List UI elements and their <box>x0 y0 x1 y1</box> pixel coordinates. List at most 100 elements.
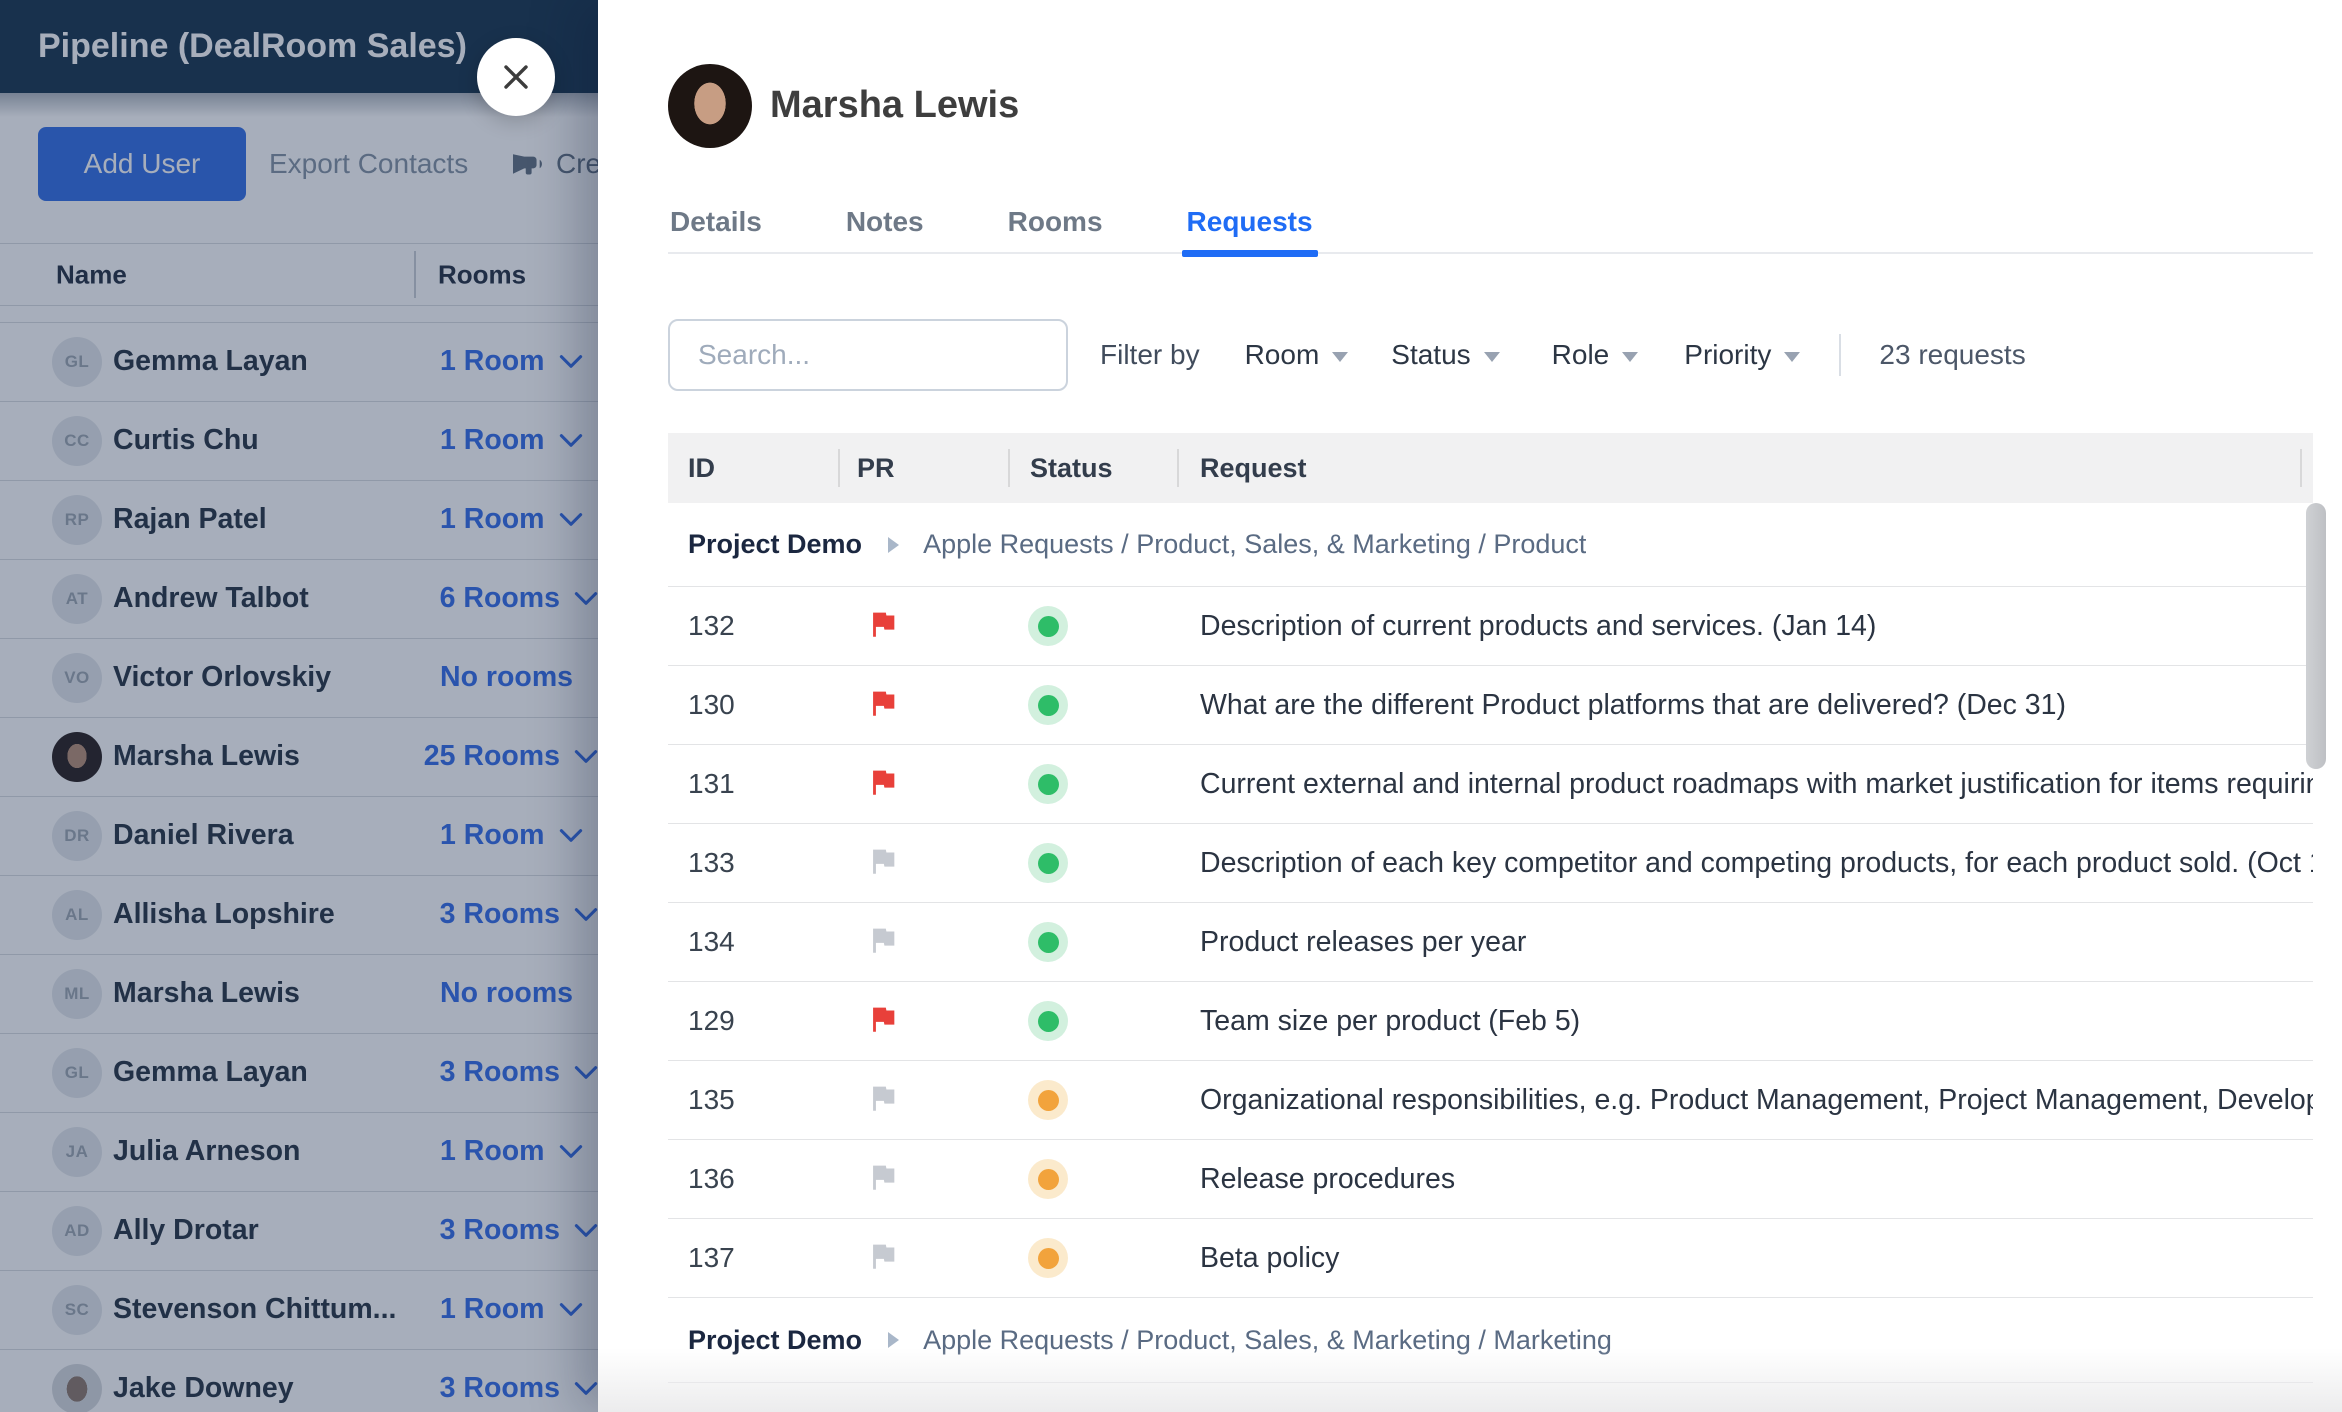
add-user-button[interactable]: Add User <box>38 127 246 201</box>
create-button[interactable]: Crea <box>510 127 598 201</box>
rooms-count: No rooms <box>440 977 573 1010</box>
request-text: Description of current products and serv… <box>1200 610 2313 643</box>
user-rooms-link[interactable]: 1 Room <box>440 1135 583 1168</box>
chevron-down-icon <box>559 433 583 448</box>
requests-table: ID PR Status Request Project DemoApple R… <box>668 433 2313 1383</box>
user-row[interactable]: VOVictor OrlovskiyNo rooms <box>0 639 598 718</box>
user-rooms-link[interactable]: 3 Rooms <box>440 1372 598 1405</box>
col-id: ID <box>688 453 857 484</box>
avatar <box>52 732 102 782</box>
user-row[interactable]: CCCurtis Chu1 Room <box>0 402 598 481</box>
user-rooms-link[interactable]: 3 Rooms <box>440 898 598 931</box>
user-rooms-link[interactable]: 3 Rooms <box>440 1056 598 1089</box>
avatar: AT <box>52 574 102 624</box>
request-row[interactable]: 134Product releases per year <box>668 903 2313 982</box>
search-input[interactable] <box>668 319 1068 391</box>
user-rooms-link[interactable]: 25 Rooms <box>424 740 598 773</box>
col-status: Status <box>1030 453 1177 484</box>
close-button[interactable] <box>477 38 555 116</box>
avatar: AL <box>52 890 102 940</box>
create-label: Crea <box>556 148 598 180</box>
user-row[interactable]: SCStevenson Chittum...1 Room <box>0 1271 598 1350</box>
user-rooms-link[interactable]: 1 Room <box>440 503 583 536</box>
user-row[interactable]: ALAllisha Lopshire3 Rooms <box>0 876 598 955</box>
chevron-down-icon <box>559 354 583 369</box>
request-row[interactable]: 135Organizational responsibilities, e.g.… <box>668 1061 2313 1140</box>
status-dot-icon <box>1028 1080 1068 1120</box>
user-row[interactable]: MLMarsha LewisNo rooms <box>0 955 598 1034</box>
flag-icon[interactable] <box>866 1081 900 1115</box>
user-rooms-link[interactable]: No rooms <box>440 661 573 694</box>
tab-rooms[interactable]: Rooms <box>1006 192 1105 252</box>
header-divider <box>1177 449 1179 487</box>
tab-notes[interactable]: Notes <box>844 192 926 252</box>
flag-icon[interactable] <box>866 1002 900 1036</box>
user-row[interactable]: ATAndrew Talbot6 Rooms <box>0 560 598 639</box>
status-dot-icon <box>1028 764 1068 804</box>
user-rooms-link[interactable]: 1 Room <box>440 819 583 852</box>
flag-icon[interactable] <box>866 1160 900 1194</box>
user-row[interactable]: DRDaniel Rivera1 Room <box>0 797 598 876</box>
user-name: Gemma Layan <box>113 1056 440 1089</box>
status-dot-icon <box>1028 685 1068 725</box>
rooms-count: 1 Room <box>440 424 545 457</box>
user-row[interactable]: RPRajan Patel1 Room <box>0 481 598 560</box>
status-dot-icon <box>1028 606 1068 646</box>
export-contacts-button[interactable]: Export Contacts <box>269 127 468 201</box>
rooms-count: 25 Rooms <box>424 740 560 773</box>
user-row[interactable]: ADAlly Drotar3 Rooms <box>0 1192 598 1271</box>
rooms-count: 1 Room <box>440 1293 545 1326</box>
project-name-link[interactable]: Project Demo <box>688 1325 862 1356</box>
breadcrumb-path[interactable]: Apple Requests / Product, Sales, & Marke… <box>923 529 1586 560</box>
request-text: Team size per product (Feb 5) <box>1200 1005 2313 1038</box>
project-name-link[interactable]: Project Demo <box>688 529 862 560</box>
avatar-initials: GL <box>65 352 90 372</box>
user-rooms-link[interactable]: 1 Room <box>440 1293 583 1326</box>
rooms-count: 3 Rooms <box>440 1056 560 1089</box>
user-rooms-link[interactable]: 1 Room <box>440 345 583 378</box>
avatar: DR <box>52 811 102 861</box>
avatar-initials: JA <box>66 1142 89 1162</box>
user-row[interactable]: Marsha Lewis25 Rooms <box>0 718 598 797</box>
user-row[interactable]: GL Gemma Layan3 Rooms <box>0 1034 598 1113</box>
request-row[interactable]: 133Description of each key competitor an… <box>668 824 2313 903</box>
request-row[interactable]: 131Current external and internal product… <box>668 745 2313 824</box>
table-scrollbar-thumb[interactable] <box>2306 503 2326 769</box>
avatar: AD <box>52 1206 102 1256</box>
tab-requests[interactable]: Requests <box>1185 192 1315 252</box>
flag-icon[interactable] <box>866 1239 900 1273</box>
filter-dropdown-status[interactable]: Status <box>1391 339 1499 371</box>
filter-dropdown-role[interactable]: Role <box>1552 339 1639 371</box>
avatar-initials: ML <box>64 984 90 1004</box>
request-id: 137 <box>688 1242 857 1274</box>
chevron-down-icon <box>574 749 598 764</box>
flag-icon[interactable] <box>866 765 900 799</box>
filter-divider <box>1839 334 1841 376</box>
flag-icon[interactable] <box>866 607 900 641</box>
flag-icon[interactable] <box>866 844 900 878</box>
tab-details[interactable]: Details <box>668 192 764 252</box>
user-rooms-link[interactable]: 1 Room <box>440 424 583 457</box>
avatar: GL <box>52 1048 102 1098</box>
avatar: GL <box>52 337 102 387</box>
request-row[interactable]: 136Release procedures <box>668 1140 2313 1219</box>
request-id: 131 <box>688 768 857 800</box>
user-row[interactable]: Jake Downey3 Rooms <box>0 1350 598 1412</box>
filter-label: Room <box>1245 339 1320 371</box>
user-rooms-link[interactable]: 3 Rooms <box>440 1214 598 1247</box>
flag-icon[interactable] <box>866 686 900 720</box>
user-rooms-link[interactable]: No rooms <box>440 977 573 1010</box>
request-row[interactable]: 129Team size per product (Feb 5) <box>668 982 2313 1061</box>
user-row[interactable]: JAJulia Arneson1 Room <box>0 1113 598 1192</box>
breadcrumb-path[interactable]: Apple Requests / Product, Sales, & Marke… <box>923 1325 1612 1356</box>
filter-dropdown-room[interactable]: Room <box>1245 339 1349 371</box>
user-rooms-link[interactable]: 6 Rooms <box>440 582 598 615</box>
request-row[interactable]: 130What are the different Product platfo… <box>668 666 2313 745</box>
chevron-down-icon <box>559 1302 583 1317</box>
flag-icon[interactable] <box>866 923 900 957</box>
user-row[interactable]: GL Gemma Layan1 Room <box>0 323 598 402</box>
user-name: Gemma Layan <box>113 345 440 378</box>
filter-dropdown-priority[interactable]: Priority <box>1684 339 1800 371</box>
request-row[interactable]: 137Beta policy <box>668 1219 2313 1298</box>
request-row[interactable]: 132Description of current products and s… <box>668 587 2313 666</box>
